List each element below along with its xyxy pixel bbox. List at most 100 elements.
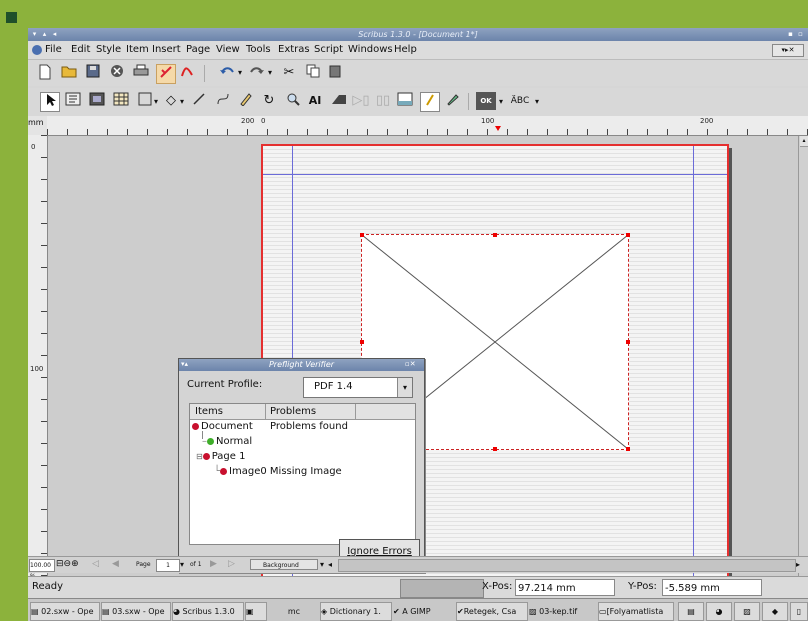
freehand-icon[interactable] xyxy=(236,92,254,110)
preflight-icon[interactable] xyxy=(156,64,176,84)
taskbar-item[interactable]: ▭[Folyamatlista xyxy=(598,602,674,621)
resize-handle[interactable] xyxy=(493,233,497,237)
menu-page[interactable]: Page xyxy=(186,41,210,59)
taskbar-item[interactable]: ✔ A GIMP xyxy=(392,602,456,621)
measure-icon[interactable]: ▯▯ xyxy=(374,92,392,110)
scroll-right-icon[interactable]: ▸ xyxy=(796,559,800,570)
polygon-dropdown-icon[interactable]: ▾ xyxy=(180,97,184,106)
first-page-icon[interactable]: ◁ xyxy=(92,559,106,570)
taskbar-item[interactable]: ▨ 03-kep.tif xyxy=(528,602,596,621)
copy-icon[interactable] xyxy=(304,64,322,82)
tree-row[interactable]: ⊟ Page 1 xyxy=(196,451,245,462)
dialog-menu-icon[interactable]: ▾▴ xyxy=(181,360,188,368)
mdi-controls[interactable]: ▾▸✕ xyxy=(772,44,804,57)
taskbar-item[interactable]: ✔Retegek, Csa xyxy=(456,602,528,621)
tray-document-icon[interactable]: ▤ xyxy=(678,602,704,621)
horizontal-scrollbar[interactable] xyxy=(338,559,796,572)
taskbar-item[interactable]: ◈ Dictionary 1. xyxy=(320,602,392,621)
chevron-down-icon[interactable]: ▾ xyxy=(397,378,412,397)
copy-props-icon[interactable] xyxy=(396,92,414,110)
bezier-icon[interactable] xyxy=(214,92,232,110)
zoom-field[interactable]: 100.00 % xyxy=(29,559,55,580)
zoom-buttons-icon[interactable]: ⊟⊖⊕ xyxy=(56,559,86,570)
column-problems[interactable]: Problems xyxy=(270,406,316,417)
close-icon[interactable] xyxy=(108,64,126,82)
pen-icon[interactable] xyxy=(444,92,462,110)
print-icon[interactable] xyxy=(132,64,150,82)
back-button[interactable]: ◂ xyxy=(50,30,59,39)
image-frame-icon[interactable] xyxy=(88,92,106,110)
layer-select[interactable]: Background xyxy=(250,559,318,570)
link-icon[interactable] xyxy=(330,92,348,110)
spellcheck-icon[interactable]: ÄBC xyxy=(508,92,532,110)
menu-view[interactable]: View xyxy=(216,41,240,59)
new-doc-icon[interactable] xyxy=(36,64,54,82)
paste-icon[interactable] xyxy=(326,64,344,82)
minimize-button[interactable]: ▪ xyxy=(786,30,795,39)
shade-button[interactable]: ▴ xyxy=(40,30,49,39)
scroll-up-icon[interactable]: ▴ xyxy=(800,136,808,147)
page-field[interactable]: 1 xyxy=(156,559,180,572)
resize-handle[interactable] xyxy=(360,233,364,237)
tray-image-icon[interactable]: ▨ xyxy=(734,602,760,621)
spellcheck-dropdown-icon[interactable]: ▾ xyxy=(535,97,539,106)
shape-dropdown-icon[interactable]: ▾ xyxy=(154,97,158,106)
tray-network-icon[interactable]: ◆ xyxy=(762,602,788,621)
save-icon[interactable] xyxy=(84,64,102,82)
polygon-icon[interactable]: ◇ xyxy=(162,92,180,110)
last-page-icon[interactable]: ▷ xyxy=(228,559,242,570)
undo-dropdown-icon[interactable]: ▾ xyxy=(238,68,242,77)
pdf-button-icon[interactable]: OK xyxy=(476,92,496,110)
menu-file[interactable]: File xyxy=(45,41,62,59)
menu-item[interactable]: Item xyxy=(126,41,149,59)
menu-style[interactable]: Style xyxy=(96,41,121,59)
scroll-left-icon[interactable]: ◂ xyxy=(328,559,332,570)
menu-tools[interactable]: Tools xyxy=(246,41,271,59)
text-frame-icon[interactable] xyxy=(64,92,82,110)
line-icon[interactable] xyxy=(190,92,208,110)
tray-scribus-icon[interactable]: ◕ xyxy=(706,602,732,621)
select-icon[interactable] xyxy=(40,92,60,112)
menu-extras[interactable]: Extras xyxy=(278,41,310,59)
resize-handle[interactable] xyxy=(360,340,364,344)
undo-icon[interactable] xyxy=(218,64,236,82)
menu-help[interactable]: Help xyxy=(394,41,417,59)
shape-icon[interactable] xyxy=(136,92,154,110)
pdf-button-dropdown-icon[interactable]: ▾ xyxy=(499,97,503,106)
column-items[interactable]: Items xyxy=(195,406,223,417)
redo-dropdown-icon[interactable]: ▾ xyxy=(268,68,272,77)
dialog-close-icon[interactable]: ▫✕ xyxy=(405,360,416,368)
cut-icon[interactable]: ✂ xyxy=(280,64,298,82)
taskbar-item[interactable]: mc xyxy=(268,602,320,621)
menu-script[interactable]: Script xyxy=(314,41,343,59)
menu-windows[interactable]: Windows xyxy=(348,41,393,59)
taskbar-item[interactable]: ◕ Scribus 1.3.0 xyxy=(172,602,244,621)
tray-more-icon[interactable]: ▯ xyxy=(790,602,808,621)
issues-tree[interactable]: Items Problems Document Problems found –… xyxy=(189,403,416,545)
expand-icon[interactable]: ⊟ xyxy=(196,452,203,461)
terminal-icon[interactable]: ▣ xyxy=(245,602,267,621)
next-page-icon[interactable]: ▶ xyxy=(210,559,224,570)
zoom-icon[interactable] xyxy=(284,92,302,110)
taskbar-item[interactable]: ▤ 03.sxw - Ope xyxy=(101,602,171,621)
resize-handle[interactable] xyxy=(626,340,630,344)
layer-dropdown-icon[interactable]: ▾ xyxy=(320,559,324,570)
redo-icon[interactable] xyxy=(248,64,266,82)
tree-row[interactable]: └ Image0 Missing Image xyxy=(214,466,342,477)
pdf-icon[interactable] xyxy=(178,64,196,82)
page-dropdown-icon[interactable]: ▾ xyxy=(180,559,184,570)
window-menu-button[interactable]: ▾ xyxy=(30,30,39,39)
rotate-icon[interactable]: ↻ xyxy=(260,92,278,110)
taskbar-item[interactable]: ▤ 02.sxw - Ope xyxy=(30,602,100,621)
profile-select[interactable]: PDF 1.4 ▾ xyxy=(303,377,413,398)
prev-page-icon[interactable]: ◀ xyxy=(112,559,126,570)
tree-row[interactable]: – Normal xyxy=(202,436,252,447)
menu-edit[interactable]: Edit xyxy=(71,41,90,59)
open-icon[interactable] xyxy=(60,64,78,82)
resize-handle[interactable] xyxy=(626,447,630,451)
resize-handle[interactable] xyxy=(493,447,497,451)
menu-insert[interactable]: Insert xyxy=(152,41,181,59)
vertical-scrollbar[interactable]: ▴ xyxy=(798,136,808,584)
edit-text-icon[interactable]: AI xyxy=(306,92,324,110)
maximize-button[interactable]: ▫ xyxy=(796,30,805,39)
